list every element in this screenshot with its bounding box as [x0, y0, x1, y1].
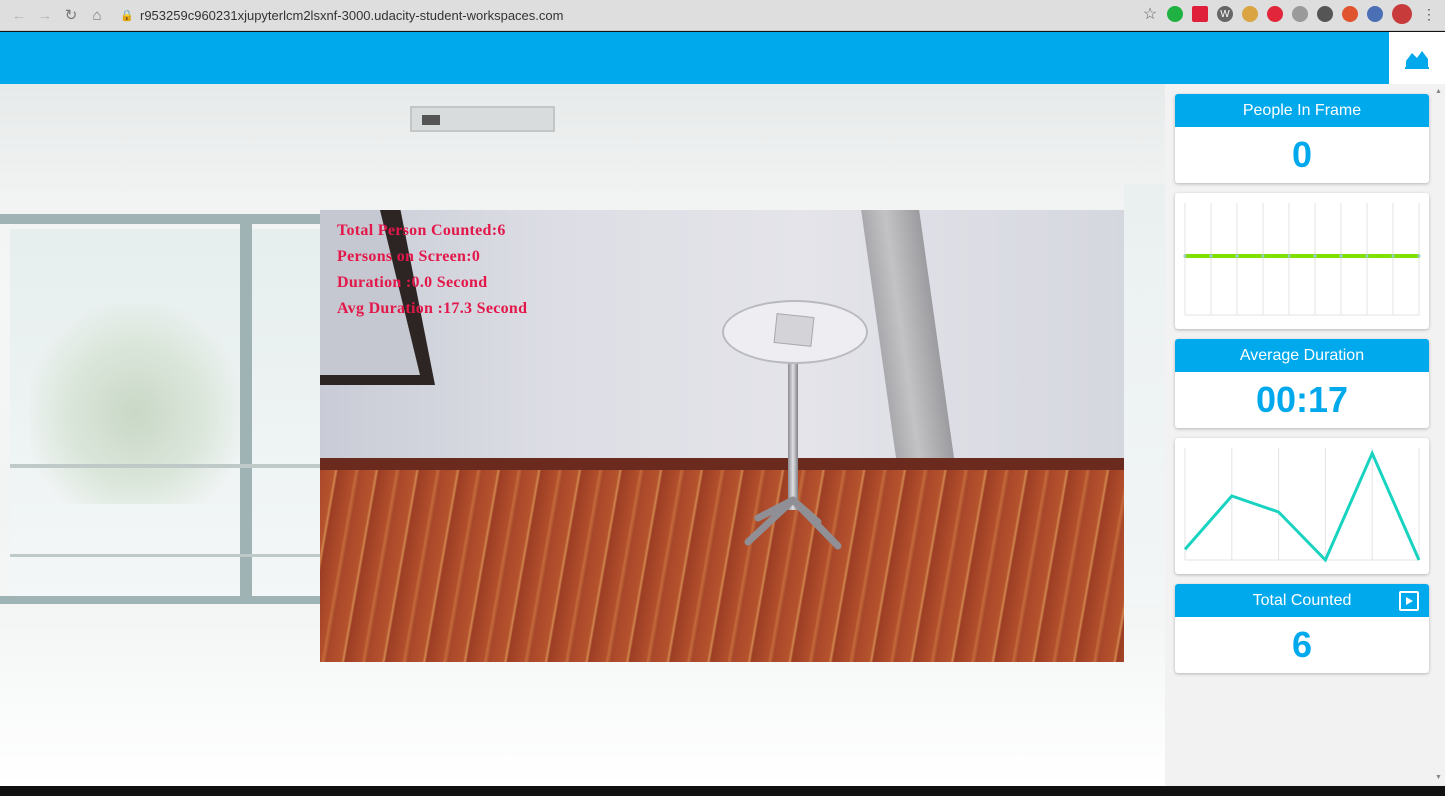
browser-toolbar: ← → ↻ ⌂ 🔒 r953259c960231xjupyterlcm2lsxn…: [0, 0, 1445, 31]
extension-owl-icon[interactable]: [1367, 6, 1383, 22]
people-data-point: [1261, 254, 1265, 258]
window-beam: [0, 214, 320, 224]
scroll-down-arrow-icon[interactable]: ▼: [1435, 774, 1443, 782]
people-in-frame-value: 0: [1291, 134, 1313, 175]
people-chart-card: [1175, 193, 1429, 329]
extension-wordpress-icon[interactable]: W: [1217, 6, 1233, 22]
window-sill: [0, 596, 320, 604]
average-duration-value: 00:17: [1255, 379, 1349, 420]
bottom-strip: [0, 786, 1445, 796]
scroll-up-arrow-icon[interactable]: ▲: [1435, 88, 1443, 96]
total-counted-label: Total Counted: [1252, 591, 1352, 609]
extensions-area: ☆ W ⋮: [1142, 4, 1437, 24]
profile-avatar[interactable]: [1392, 4, 1412, 24]
people-data-point: [1417, 254, 1421, 258]
people-data-point: [1391, 254, 1395, 258]
home-icon[interactable]: ⌂: [84, 2, 110, 28]
reload-icon[interactable]: ↻: [58, 2, 84, 28]
people-data-point: [1313, 254, 1317, 258]
extension-red-icon[interactable]: [1192, 6, 1208, 22]
browser-menu-icon[interactable]: ⋮: [1421, 6, 1437, 22]
video-feed: Total Person Counted:6 Persons on Screen…: [320, 210, 1124, 662]
people-in-frame-title: People In Frame: [1175, 94, 1429, 127]
total-counted-title: Total Counted: [1175, 584, 1429, 617]
area-chart-icon: [1405, 51, 1429, 69]
extension-ghost-icon[interactable]: [1292, 6, 1308, 22]
bookmark-star-icon[interactable]: ☆: [1142, 6, 1158, 23]
window-mullion: [240, 224, 252, 604]
stats-panel: ▲ People In Frame 0 Average Duration 00:…: [1165, 84, 1445, 786]
people-in-frame-card: People In Frame 0: [1175, 94, 1429, 183]
forward-icon[interactable]: →: [32, 2, 58, 28]
extension-puzzle-icon[interactable]: [1242, 6, 1258, 22]
overlay-persons-on-screen: Persons on Screen:0: [337, 248, 481, 265]
balcony-rail: [10, 464, 320, 468]
people-data-point: [1235, 254, 1239, 258]
app-header: [0, 32, 1445, 84]
average-duration-card: Average Duration 00:17: [1175, 339, 1429, 428]
average-duration-title: Average Duration: [1175, 339, 1429, 372]
play-icon[interactable]: [1399, 591, 1419, 611]
video-table-stem: [788, 360, 798, 510]
window-right: [252, 229, 320, 599]
overlay-total-counted: Total Person Counted:6: [337, 222, 506, 239]
stats-toggle-button[interactable]: [1389, 32, 1445, 84]
people-data-point: [1209, 254, 1213, 258]
ceiling: [0, 84, 1165, 194]
extension-megaphone-icon[interactable]: [1342, 6, 1358, 22]
extension-green-icon[interactable]: [1167, 6, 1183, 22]
people-chart: [1183, 203, 1421, 316]
duration-chart: [1183, 448, 1421, 563]
address-bar[interactable]: r953259c960231xjupyterlcm2lsxnf-3000.uda…: [140, 8, 563, 23]
total-counted-card: Total Counted 6: [1175, 584, 1429, 673]
total-counted-value: 6: [1291, 624, 1313, 665]
overlay-avg-duration: Avg Duration :17.3 Second: [337, 300, 528, 317]
tree-outside: [30, 304, 240, 504]
back-icon[interactable]: ←: [6, 2, 32, 28]
extension-circle-icon[interactable]: [1317, 6, 1333, 22]
people-data-point: [1183, 254, 1187, 258]
video-floor: [320, 470, 1124, 662]
duration-chart-card: [1175, 438, 1429, 574]
overlay-duration: Duration :0.0 Second: [337, 274, 488, 291]
duration-series-line: [1183, 449, 1421, 563]
lock-icon[interactable]: 🔒: [120, 8, 134, 22]
video-table-base: [744, 496, 842, 550]
people-data-point: [1339, 254, 1343, 258]
video-paper: [773, 313, 815, 347]
extension-shield-icon[interactable]: [1267, 6, 1283, 22]
people-data-point: [1287, 254, 1291, 258]
ceiling-vent: [410, 106, 555, 132]
people-data-point: [1365, 254, 1369, 258]
balcony-rail-lower: [10, 554, 320, 557]
